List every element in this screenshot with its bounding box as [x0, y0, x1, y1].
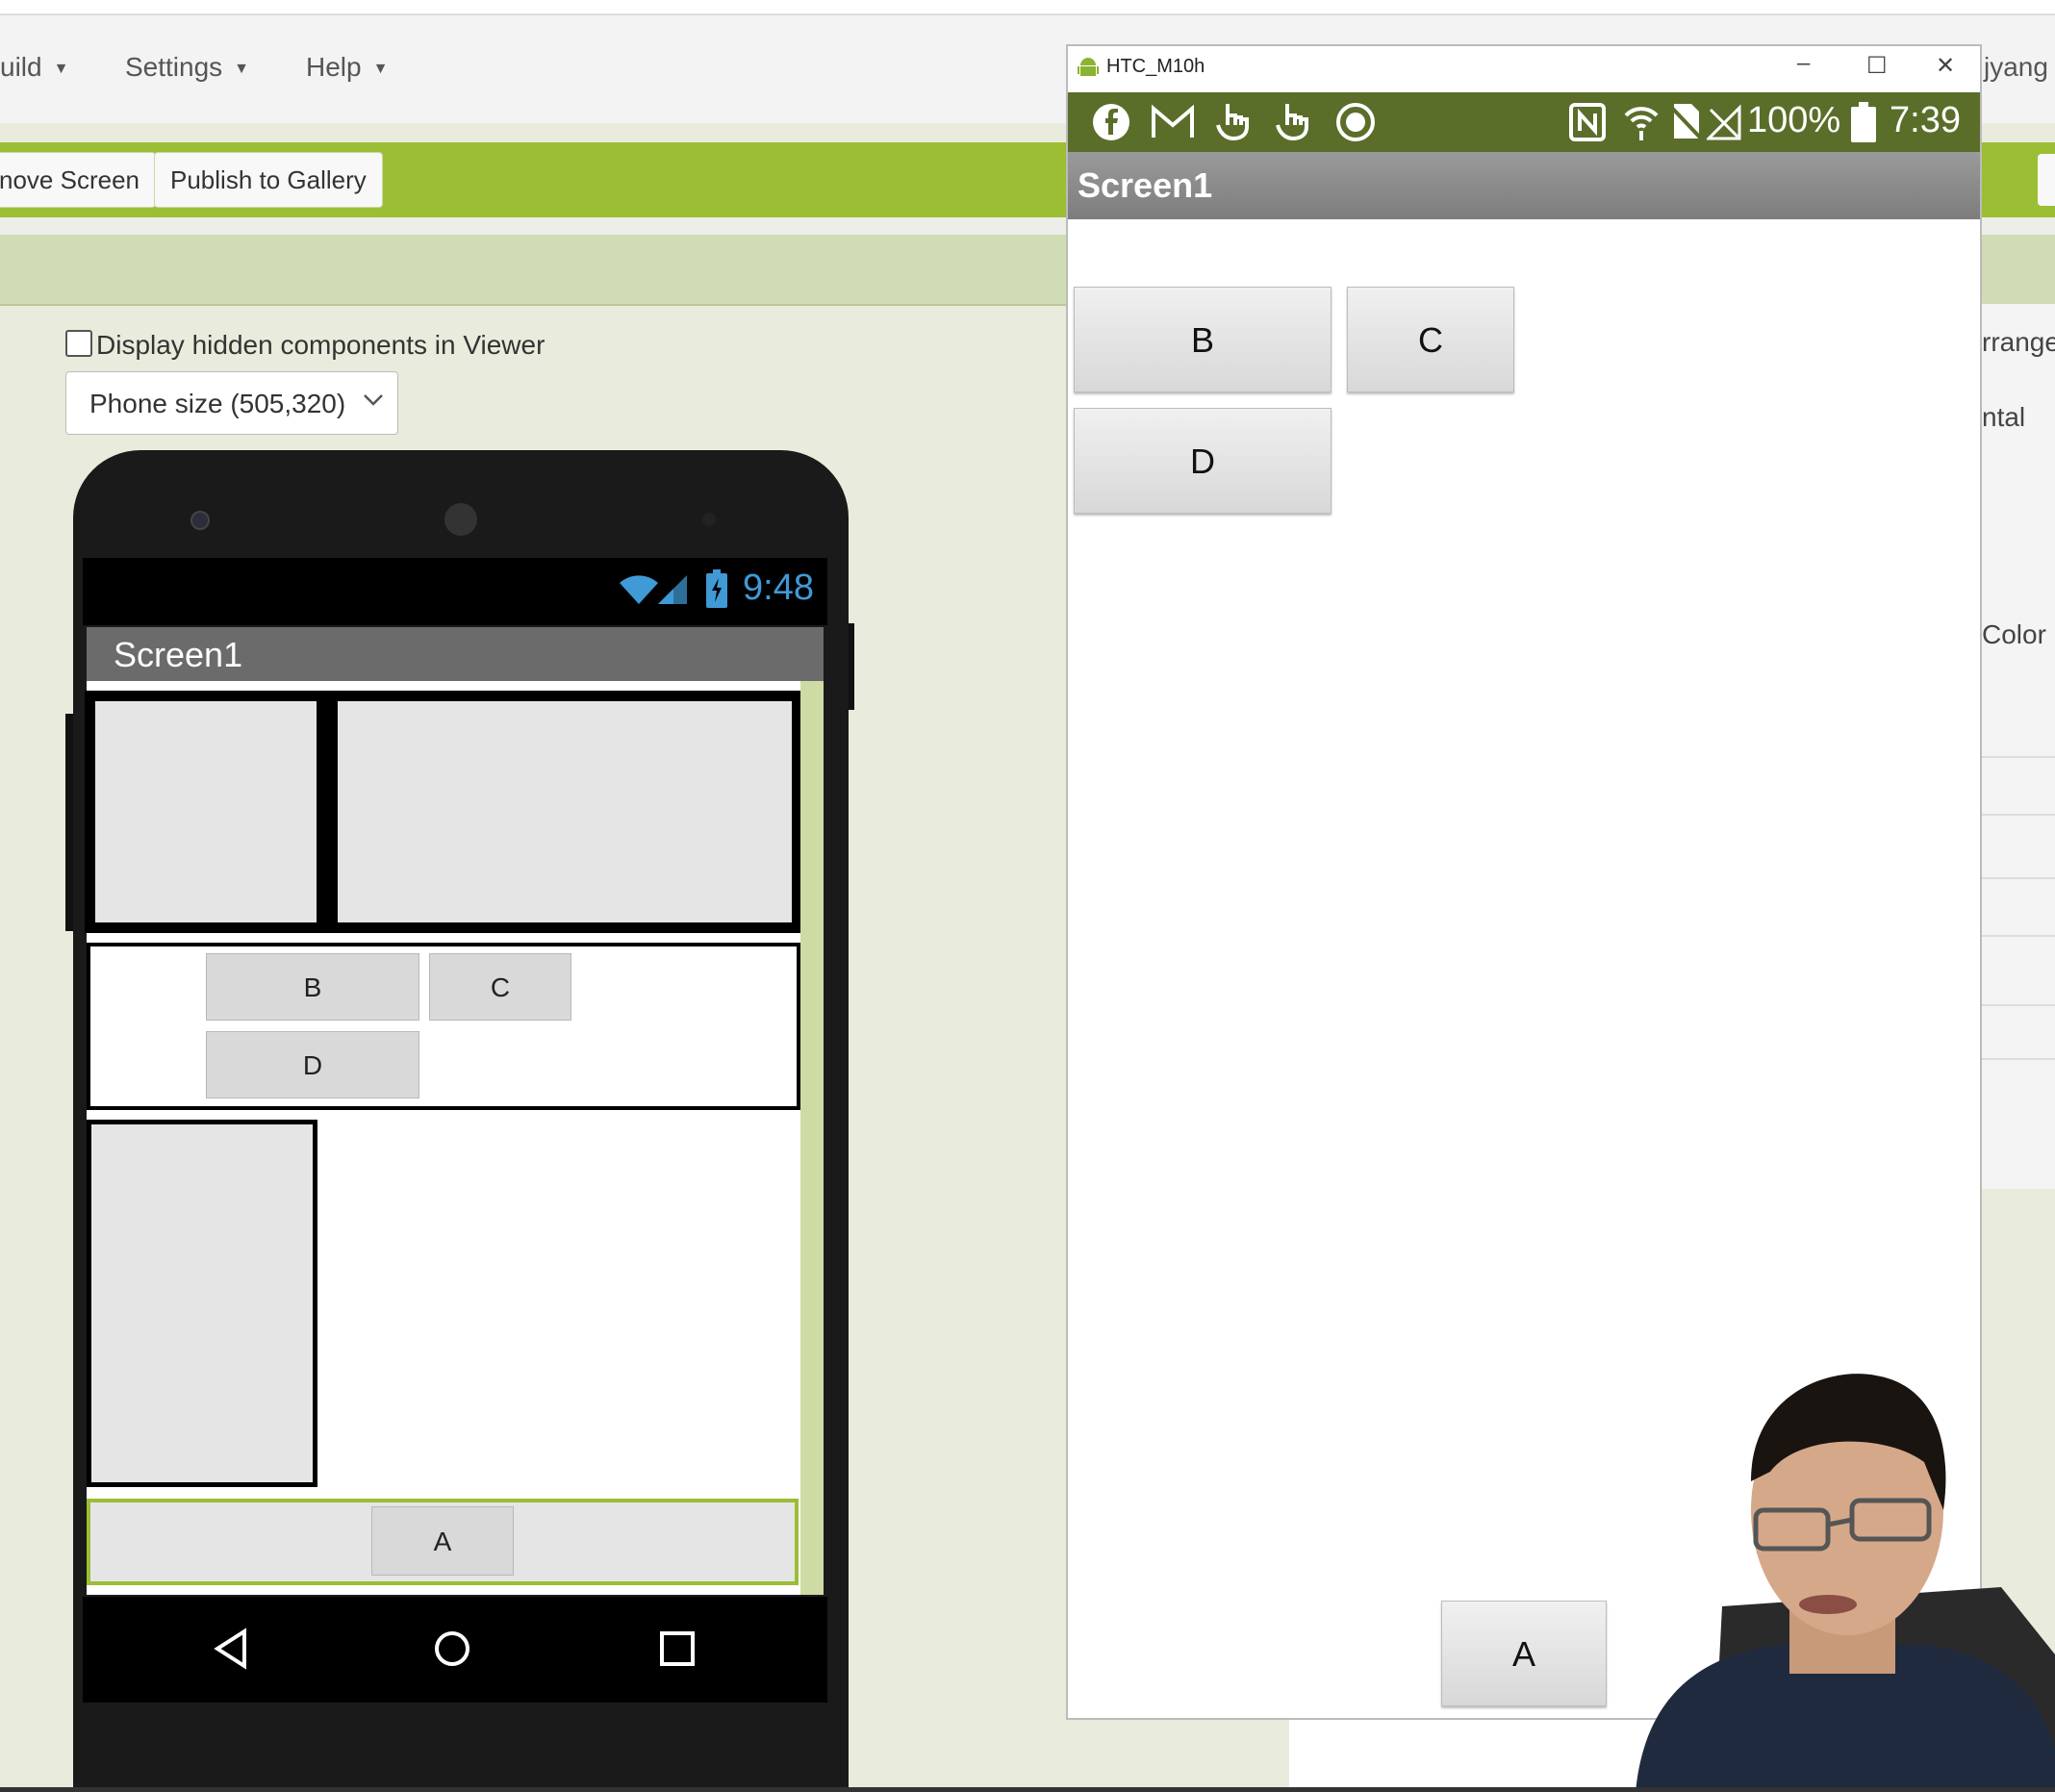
no-sim-icon — [1666, 102, 1705, 142]
mock-button-c[interactable]: C — [429, 953, 571, 1021]
phone-clock: 9:48 — [743, 568, 814, 608]
presenter-webcam-overlay — [1636, 1374, 2055, 1792]
nfc-icon — [1569, 103, 1606, 141]
record-icon — [1336, 103, 1375, 141]
arrangement-box-left[interactable] — [90, 696, 321, 927]
wifi-icon — [1624, 107, 1659, 140]
home-icon — [435, 1631, 469, 1666]
emulator-status-bar — [1068, 92, 1980, 152]
toolbar-button-partial[interactable] — [2038, 154, 2055, 206]
maximize-button[interactable]: ☐ — [1866, 52, 1888, 80]
phone-screen-title: Screen1 — [114, 635, 243, 674]
battery-icon — [1851, 102, 1876, 142]
phone-size-select[interactable]: Phone size (505,320) — [65, 371, 398, 435]
emulator-clock: 7:39 — [1890, 100, 1961, 140]
touch-icon — [1216, 104, 1249, 141]
back-icon — [214, 1628, 246, 1670]
camera-icon — [190, 511, 210, 530]
mock-button-d[interactable]: D — [206, 1031, 419, 1098]
chevron-down-icon — [364, 394, 383, 406]
display-hidden-checkbox[interactable]: Display hidden components in Viewer — [65, 330, 545, 361]
menu-settings[interactable]: Settings ▼ — [125, 52, 249, 83]
property-row-divider — [1982, 1004, 2055, 1006]
emulator-button-a[interactable]: A — [1441, 1601, 1607, 1706]
publish-to-gallery-button[interactable]: Publish to Gallery — [154, 152, 383, 208]
viewer-scrollbar[interactable] — [800, 681, 824, 1595]
menu-build[interactable]: uild ▼ — [0, 52, 68, 83]
property-row-divider — [1982, 1058, 2055, 1060]
chevron-down-icon: ▼ — [234, 60, 250, 77]
emulator-title: HTC_M10h — [1106, 56, 1205, 77]
arrangement-box-right[interactable] — [333, 696, 797, 927]
emulator-button-d[interactable]: D — [1074, 408, 1332, 514]
checkbox-box[interactable] — [65, 330, 92, 357]
chevron-down-icon: ▼ — [372, 60, 389, 77]
emulator-button-c[interactable]: C — [1347, 287, 1514, 392]
remove-screen-button[interactable]: nove Screen — [0, 152, 156, 208]
arrangement-box-bottom[interactable] — [87, 1120, 317, 1487]
property-row-divider — [1982, 935, 2055, 937]
emulator-app-title-bar: Screen1 — [1068, 152, 1980, 219]
speaker-icon — [444, 503, 477, 536]
property-row-divider — [1982, 877, 2055, 879]
close-button[interactable]: ✕ — [1936, 52, 1955, 80]
wifi-icon — [620, 575, 658, 604]
phone-title-bar: Screen1 — [87, 627, 824, 681]
sensor-icon — [702, 513, 716, 526]
emulator-button-b[interactable]: B — [1074, 287, 1332, 392]
facebook-icon — [1093, 104, 1129, 140]
user-account[interactable]: jyang — [1984, 52, 2048, 83]
minimize-button[interactable]: – — [1797, 50, 1810, 77]
recents-icon — [660, 1631, 695, 1666]
touch-icon — [1276, 104, 1308, 141]
property-row-divider — [1982, 814, 2055, 816]
bottom-border — [0, 1787, 2055, 1792]
property-label-arrangement: rrange — [1982, 327, 2055, 357]
property-label-horizontal: ntal — [1982, 402, 2026, 432]
mock-button-b[interactable]: B — [206, 953, 419, 1021]
signal-icon — [658, 575, 687, 604]
battery-percentage: 100% — [1747, 100, 1841, 140]
chevron-down-icon: ▼ — [53, 60, 69, 77]
gmail-icon — [1152, 104, 1194, 138]
properties-panel — [1982, 304, 2055, 1189]
top-border — [0, 0, 2055, 15]
property-label-color: Color — [1982, 619, 2046, 649]
property-row-divider — [1982, 756, 2055, 758]
battery-icon — [706, 569, 727, 608]
menu-help[interactable]: Help ▼ — [306, 52, 388, 83]
emulator-screen-title: Screen1 — [1078, 165, 1213, 205]
signal-off-icon — [1707, 104, 1741, 140]
android-icon — [1078, 58, 1099, 76]
mock-button-a[interactable]: A — [371, 1506, 514, 1576]
